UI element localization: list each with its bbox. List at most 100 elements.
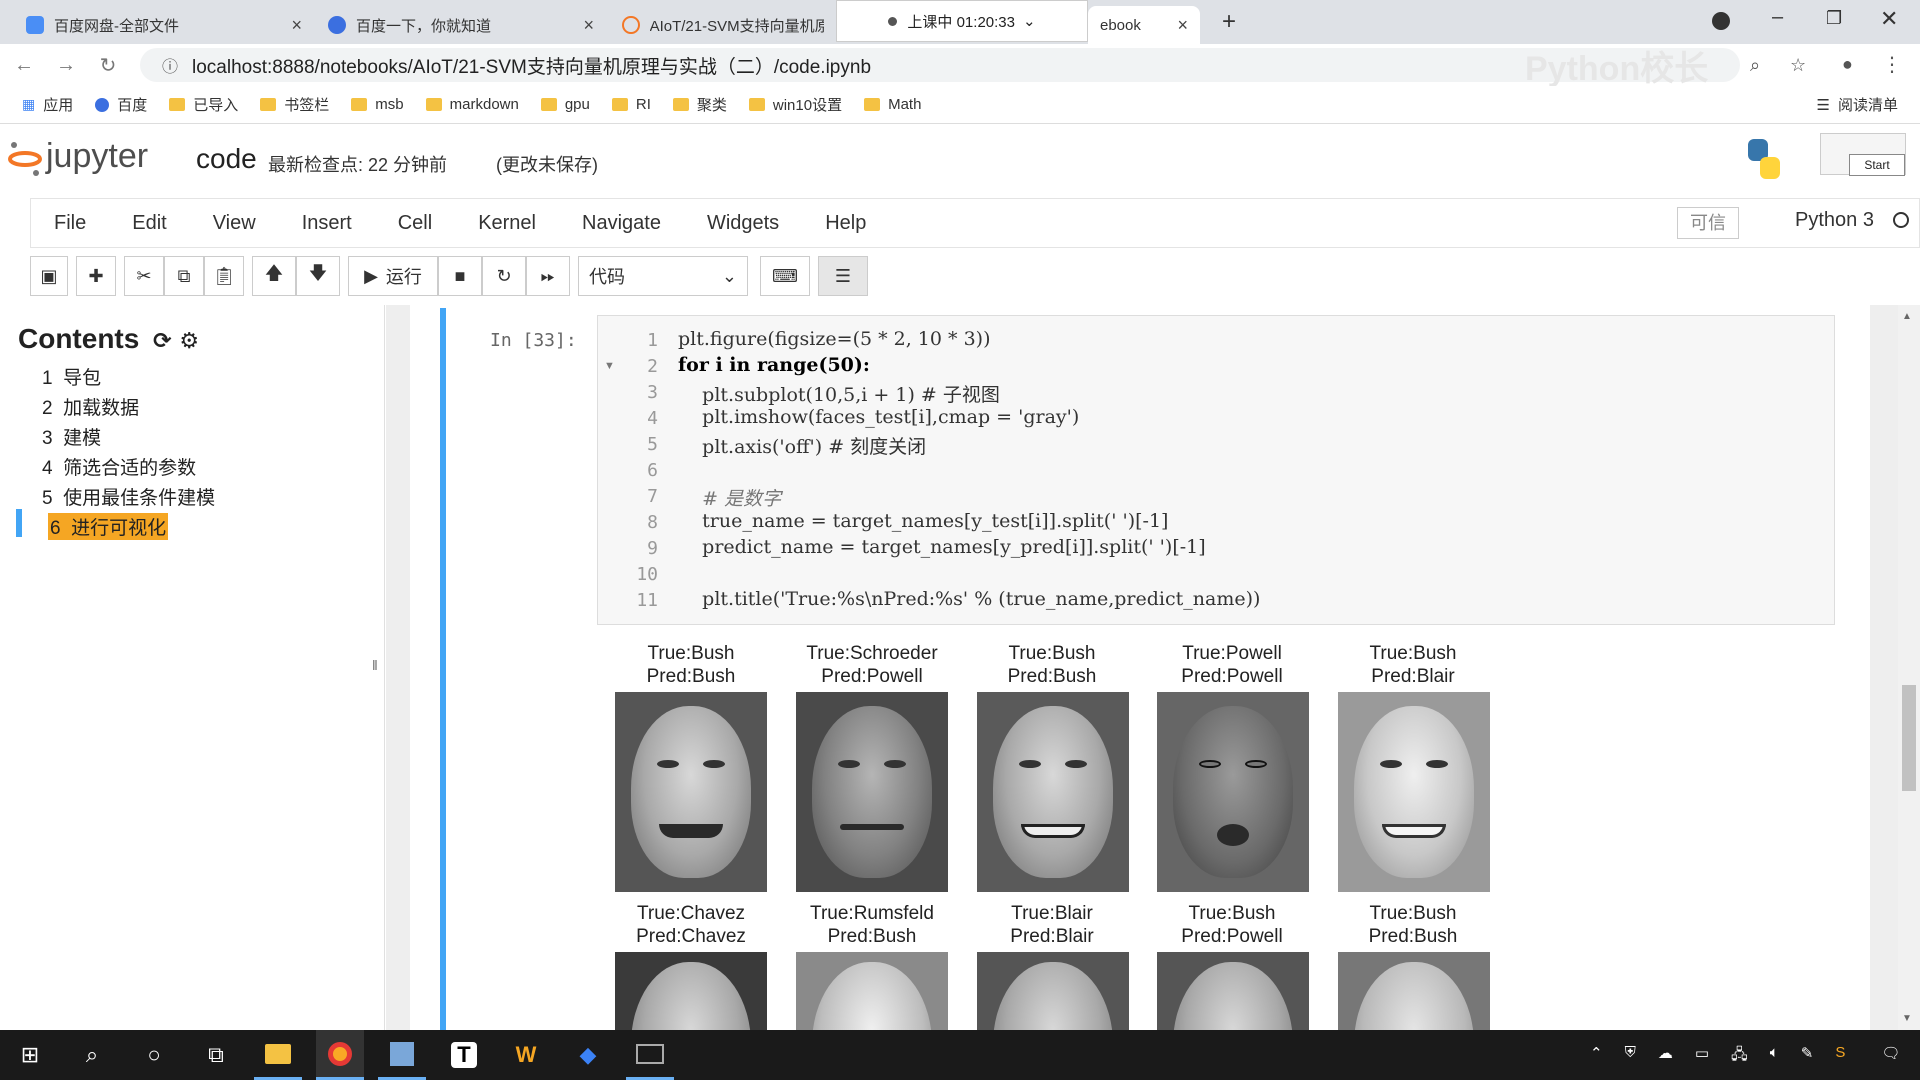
- cloud-icon[interactable]: ☁: [1658, 1044, 1673, 1069]
- notification-icon[interactable]: 🗨︎: [1881, 1044, 1900, 1069]
- page-scrollbar[interactable]: ▲ ▼: [1898, 305, 1920, 1030]
- battery-icon[interactable]: ▭: [1695, 1044, 1709, 1069]
- tab-ebook[interactable]: ebook ×: [1088, 6, 1200, 44]
- back-icon[interactable]: ←: [6, 54, 42, 77]
- toc-item[interactable]: 4 筛选合适的参数: [42, 453, 196, 480]
- bookmark-folder[interactable]: 已导入: [169, 94, 238, 115]
- network-icon[interactable]: 🖧︎: [1731, 1044, 1748, 1069]
- bookmark-baidu[interactable]: 百度: [95, 94, 147, 115]
- code-editor[interactable]: ▼ 1 2 3 4 5 6 7 8 9 10 11 plt.figure(fig…: [597, 315, 1835, 625]
- windows-start-icon[interactable]: ⊞: [6, 1030, 54, 1080]
- menu-widgets[interactable]: Widgets: [684, 212, 802, 235]
- scroll-thumb[interactable]: [1902, 685, 1916, 791]
- menu-edit[interactable]: Edit: [109, 212, 189, 235]
- gear-icon[interactable]: ⚙: [179, 328, 199, 353]
- menu-cell[interactable]: Cell: [375, 212, 455, 235]
- save-icon[interactable]: ▣: [30, 256, 68, 296]
- bookmark-folder[interactable]: 聚类: [672, 94, 727, 115]
- notebook-name[interactable]: code: [196, 143, 257, 175]
- bookmark-apps[interactable]: ▦ 应用: [22, 94, 73, 115]
- fold-arrow-icon[interactable]: ▼: [604, 360, 615, 372]
- feishu-icon[interactable]: ◆: [564, 1030, 612, 1080]
- line-number: 7: [647, 486, 658, 507]
- typora-icon[interactable]: T: [440, 1030, 488, 1080]
- close-window-icon[interactable]: ✕: [1880, 6, 1898, 32]
- chrome-icon[interactable]: [316, 1030, 364, 1080]
- toc-item[interactable]: 2 加载数据: [42, 393, 139, 420]
- pred-label: Pred:Powell: [1181, 926, 1283, 947]
- extensions-icon[interactable]: ●: [1842, 54, 1853, 75]
- pred-label: Pred:Bush: [827, 926, 917, 947]
- zoom-icon[interactable]: ⌕: [1750, 55, 1760, 76]
- bookmark-folder[interactable]: msb: [351, 96, 404, 113]
- bookmark-folder[interactable]: markdown: [425, 96, 519, 113]
- menu-file[interactable]: File: [31, 212, 109, 235]
- reading-list[interactable]: ☰ 阅读清单: [1817, 94, 1898, 115]
- minimize-icon[interactable]: –: [1772, 6, 1783, 29]
- ime-icon[interactable]: S: [1835, 1044, 1845, 1069]
- menu-navigate[interactable]: Navigate: [559, 212, 684, 235]
- menu-help[interactable]: Help: [802, 212, 889, 235]
- toc-toggle-icon[interactable]: ☰: [818, 256, 868, 296]
- search-icon[interactable]: ⌕: [68, 1030, 116, 1080]
- copy-icon[interactable]: ⧉: [164, 256, 204, 296]
- stop-icon[interactable]: ■: [438, 256, 482, 296]
- tab-baidu-pan[interactable]: 百度网盘-全部文件 ×: [14, 6, 314, 44]
- terminal-icon[interactable]: [626, 1030, 674, 1080]
- cut-icon[interactable]: ✂: [124, 256, 164, 296]
- cell-type-select[interactable]: 代码 ⌄: [578, 256, 748, 296]
- volume-icon[interactable]: 🔈︎: [1770, 1044, 1779, 1069]
- bookmark-folder[interactable]: 书签栏: [260, 94, 329, 115]
- close-icon[interactable]: ×: [1177, 15, 1188, 36]
- move-up-icon[interactable]: 🡅: [252, 256, 296, 296]
- chevron-down-icon[interactable]: ⌄: [1023, 12, 1036, 30]
- restart-icon[interactable]: ↻: [482, 256, 526, 296]
- wps-icon[interactable]: W: [502, 1030, 550, 1080]
- forward-icon[interactable]: →: [48, 54, 84, 77]
- pred-label: Pred:Bush: [646, 666, 736, 687]
- profile-menu-icon[interactable]: [1712, 12, 1730, 30]
- menu-insert[interactable]: Insert: [279, 212, 375, 235]
- refresh-icon[interactable]: ⟳: [153, 328, 171, 353]
- reload-icon[interactable]: ↻: [90, 53, 126, 78]
- url-field[interactable]: ⓘ localhost:8888/notebooks/AIoT/21-SVM支持…: [140, 48, 1806, 88]
- star-icon[interactable]: ☆: [1790, 55, 1806, 76]
- new-tab-icon[interactable]: +: [1222, 8, 1236, 36]
- tab-baidu[interactable]: 百度一下，你就知道 ×: [316, 6, 606, 44]
- scroll-down-icon[interactable]: ▼: [1902, 1013, 1912, 1024]
- bookmark-folder[interactable]: Math: [864, 96, 921, 113]
- app-icon[interactable]: [378, 1030, 426, 1080]
- bookmark-folder[interactable]: gpu: [540, 96, 590, 113]
- tab-jupyter-notebook[interactable]: AIoT/21-SVM支持向量机原: [610, 6, 836, 44]
- resize-handle[interactable]: ‖: [372, 657, 378, 673]
- add-cell-icon[interactable]: ✚: [76, 256, 116, 296]
- keyboard-icon[interactable]: ⌨: [760, 256, 810, 296]
- cortana-icon[interactable]: ○: [130, 1030, 178, 1080]
- bookmark-folder[interactable]: win10设置: [748, 94, 843, 115]
- close-icon[interactable]: ×: [583, 15, 594, 36]
- menu-view[interactable]: View: [190, 212, 279, 235]
- file-explorer-icon[interactable]: [254, 1030, 302, 1080]
- shield-icon[interactable]: ⛨: [1625, 1044, 1636, 1069]
- toc-item-active[interactable]: 6 进行可视化: [48, 513, 169, 540]
- toc-item[interactable]: 1 导包: [42, 363, 101, 390]
- bookmark-label: win10设置: [772, 97, 843, 114]
- chevron-up-icon[interactable]: ⌃: [1590, 1044, 1603, 1069]
- restore-icon[interactable]: ❐: [1826, 8, 1842, 29]
- pen-icon[interactable]: ✎: [1801, 1044, 1814, 1069]
- toc-item[interactable]: 5 使用最佳条件建模: [42, 483, 215, 510]
- start-button[interactable]: Start: [1849, 154, 1905, 176]
- toc-item[interactable]: 3 建模: [42, 423, 101, 450]
- paste-icon[interactable]: 📋︎: [204, 256, 244, 296]
- scroll-up-icon[interactable]: ▲: [1902, 311, 1912, 322]
- trusted-badge[interactable]: 可信: [1677, 207, 1739, 239]
- fast-forward-icon[interactable]: ⏩︎: [526, 256, 570, 296]
- task-view-icon[interactable]: ⧉: [192, 1030, 240, 1080]
- bookmark-folder[interactable]: RI: [611, 96, 651, 113]
- toc-num: 2: [42, 398, 53, 419]
- close-icon[interactable]: ×: [291, 15, 302, 36]
- browser-menu-icon[interactable]: ⋮: [1882, 52, 1902, 77]
- run-button[interactable]: ▶ 运行: [348, 256, 438, 296]
- move-down-icon[interactable]: 🡇: [296, 256, 340, 296]
- menu-kernel[interactable]: Kernel: [455, 212, 559, 235]
